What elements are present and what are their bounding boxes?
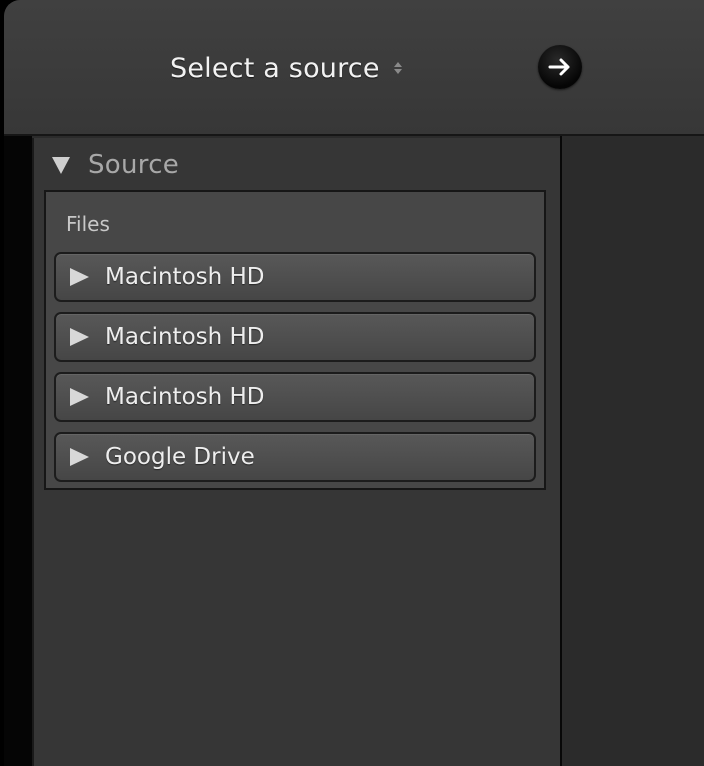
section-title: Source	[88, 150, 180, 180]
volume-item-macintosh-hd-1[interactable]: Macintosh HD	[54, 252, 536, 302]
disclosure-right-icon	[70, 388, 89, 406]
volume-label: Macintosh HD	[105, 264, 265, 290]
updown-chevron-icon	[393, 62, 402, 74]
files-label: Files	[66, 212, 110, 236]
source-section-header[interactable]: Source	[52, 150, 179, 180]
volume-item-macintosh-hd-2[interactable]: Macintosh HD	[54, 312, 536, 362]
disclosure-down-icon	[52, 156, 70, 174]
source-panel: Source Files Macintosh HD Macintosh HD M…	[32, 138, 562, 766]
disclosure-right-icon	[70, 268, 89, 286]
source-select-label: Select a source	[170, 52, 380, 84]
go-button[interactable]	[538, 45, 582, 89]
content-area	[562, 136, 704, 766]
files-group: Files Macintosh HD Macintosh HD Macintos…	[44, 190, 546, 490]
toolbar: Select a source	[4, 0, 704, 136]
volume-label: Macintosh HD	[105, 384, 265, 410]
disclosure-right-icon	[70, 448, 89, 466]
source-select[interactable]: Select a source	[170, 46, 402, 90]
arrow-right-icon	[548, 58, 570, 76]
import-window: Select a source Source Files Macintosh H…	[4, 0, 704, 766]
volume-label: Macintosh HD	[105, 324, 265, 350]
volume-item-macintosh-hd-3[interactable]: Macintosh HD	[54, 372, 536, 422]
disclosure-right-icon	[70, 328, 89, 346]
volume-label: Google Drive	[105, 444, 255, 470]
volume-item-google-drive[interactable]: Google Drive	[54, 432, 536, 482]
left-gutter	[4, 136, 32, 766]
